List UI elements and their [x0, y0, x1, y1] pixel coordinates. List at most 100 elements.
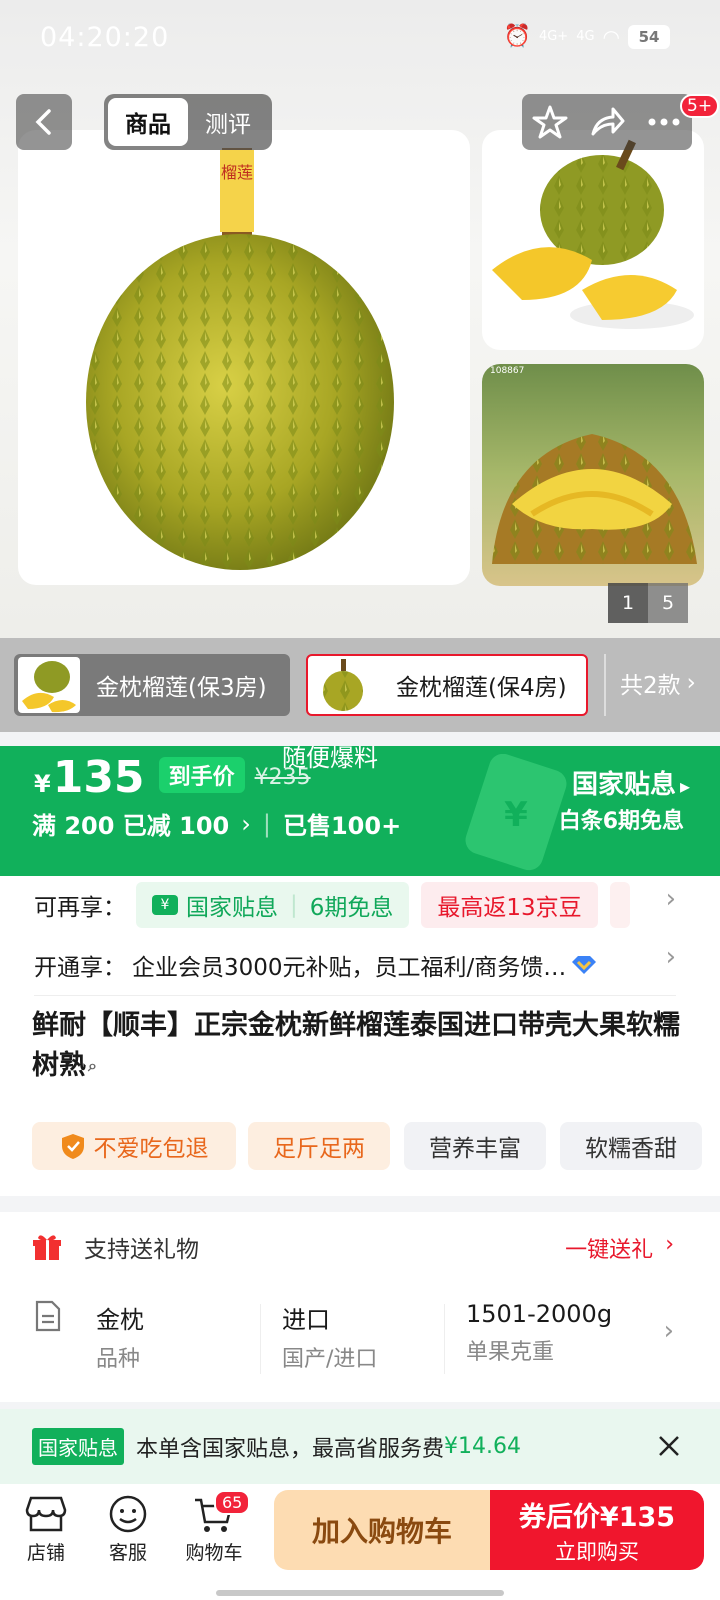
- gallery-thumb-1[interactable]: [482, 130, 704, 350]
- back-button[interactable]: [16, 94, 72, 150]
- gift-icon: [33, 1235, 61, 1260]
- subsidy-amount: ¥14.64: [444, 1434, 521, 1459]
- shop-label: 店铺: [26, 1542, 65, 1564]
- share-icon[interactable]: [589, 104, 625, 140]
- tag-return[interactable]: 不爱吃包退: [32, 1122, 236, 1170]
- benefits-section: 可再享： ¥ 国家贴息 | 6期免息 最高返13京豆 › 开通享： 企业会员30…: [0, 876, 720, 996]
- variant-thumb: [312, 657, 374, 713]
- signal-4g: 4G: [576, 29, 595, 44]
- header-tabs: 商品 测评: [104, 94, 272, 150]
- pager-total: 5: [648, 583, 688, 623]
- spec-item-1: 金枕 品种: [96, 1300, 144, 1373]
- subsidy-chip[interactable]: ¥ 国家贴息 | 6期免息: [136, 882, 410, 928]
- buy-price: 券后价¥135: [518, 1501, 676, 1533]
- product-title[interactable]: 鲜耐【顺丰】正宗金枕新鲜榴莲泰国进口带壳大果软糯树熟 ⌕: [32, 1006, 682, 1086]
- subsidy-title: 国家贴息: [571, 770, 676, 800]
- cart-badge: 65: [214, 1490, 251, 1515]
- wifi-icon: ◠: [602, 24, 620, 49]
- chevron-left-icon: [35, 109, 51, 135]
- chevron-right-icon[interactable]: ›: [666, 884, 676, 914]
- variant-label: 金枕榴莲(保3房): [96, 675, 267, 701]
- close-icon[interactable]: [658, 1435, 680, 1457]
- variant-more[interactable]: 共2款 ›: [620, 666, 696, 700]
- search-icon[interactable]: ⌕: [88, 1056, 97, 1075]
- overlay-text: 随便爆料: [282, 746, 378, 772]
- stem-label: 榴莲: [221, 163, 253, 182]
- subsidy-chip-label-2: 6期免息: [309, 895, 394, 921]
- jd-bean-chip[interactable]: 最高返13京豆: [421, 882, 598, 928]
- spec-key: 单果克重: [466, 1340, 555, 1365]
- spec-item-2: 进口 国产/进口: [282, 1300, 377, 1373]
- tag-return-label: 不爱吃包退: [93, 1136, 209, 1162]
- shop-button[interactable]: 店铺: [6, 1494, 86, 1565]
- diamond-icon: [572, 956, 597, 974]
- specs-chevron-right-icon[interactable]: ›: [664, 1316, 674, 1346]
- variant-thumb: [18, 657, 80, 713]
- divider: [444, 1304, 445, 1374]
- message-badge: 5+: [680, 94, 720, 118]
- document-icon: [35, 1300, 61, 1332]
- gallery-thumb-2[interactable]: 108867: [482, 364, 704, 586]
- tag-weight[interactable]: 足斤足两: [248, 1122, 390, 1170]
- tab-review[interactable]: 测评: [188, 98, 268, 146]
- product-title-text: 鲜耐【顺丰】正宗金枕新鲜榴莲泰国进口带壳大果软糯树熟: [32, 1010, 680, 1081]
- subsidy-promo[interactable]: 国家贴息 ▸ 白条6期免息: [559, 764, 690, 835]
- pager-current: 1: [608, 583, 648, 623]
- more-icon[interactable]: [646, 117, 682, 127]
- chevron-right-icon: ›: [241, 809, 251, 838]
- variant-more-label: 共2款: [620, 673, 681, 699]
- gift-row[interactable]: 支持送礼物: [32, 1230, 199, 1264]
- divider: |: [262, 809, 271, 838]
- gift-and-specs: 支持送礼物 一键送礼 › 金枕 品种 进口 国产/进口 1501-2000g 单果…: [0, 1212, 720, 1402]
- variant-item-2[interactable]: 金枕榴莲(保4房): [306, 654, 588, 716]
- currency-symbol: ¥: [34, 770, 51, 798]
- tag-nutrition[interactable]: 营养丰富: [404, 1122, 546, 1170]
- spec-key: 品种: [96, 1347, 141, 1372]
- status-icons: ⏰ 4G+ 4G ◠ 54: [504, 24, 670, 49]
- promo-text: 满 200 已减 100: [32, 812, 230, 840]
- cart-button[interactable]: 购物车 65: [174, 1490, 254, 1565]
- battery-indicator: 54: [628, 24, 670, 49]
- divider: [604, 654, 606, 716]
- buy-now-button[interactable]: 券后价¥135 立即购买: [490, 1490, 704, 1570]
- promo-row[interactable]: 满 200 已减 100 › | 已售100+: [32, 806, 401, 841]
- final-price-label: 到手价: [158, 757, 245, 793]
- variant-item-1[interactable]: 金枕榴莲(保3房): [14, 654, 290, 716]
- one-click-gift-button[interactable]: 一键送礼 ›: [565, 1232, 674, 1264]
- enterprise-benefit-text: 企业会员3000元补贴，员工福利/商务馈…: [132, 955, 567, 981]
- durian-field-image: [492, 434, 697, 564]
- add-to-cart-button[interactable]: 加入购物车: [274, 1490, 490, 1570]
- spec-value: 金枕: [96, 1306, 144, 1334]
- tab-product[interactable]: 商品: [108, 98, 188, 146]
- price-banner: ¥ 135 到手价 ¥235 随便爆料 满 200 已减 100 › | 已售1…: [0, 746, 720, 876]
- chevron-right-icon[interactable]: ›: [666, 942, 676, 972]
- variant-selector: 金枕榴莲(保3房) 金枕榴莲(保4房) 共2款 ›: [0, 638, 720, 732]
- shop-icon: [25, 1496, 67, 1532]
- subsidy-bar: 国家贴息 本单含国家贴息，最高省服务费 ¥14.64: [0, 1409, 720, 1484]
- subsidy-chip-label: 国家贴息: [186, 895, 278, 921]
- variant-label: 金枕榴莲(保4房): [396, 675, 567, 701]
- subsidy-sub: 白条6期免息: [558, 809, 684, 834]
- tag-taste[interactable]: 软糯香甜: [560, 1122, 702, 1170]
- durian-image: 榴莲: [86, 148, 394, 570]
- benefit-label: 开通享：: [34, 955, 126, 981]
- chevron-right-icon: ›: [686, 670, 696, 696]
- benefit-row-1[interactable]: 可再享： ¥ 国家贴息 | 6期免息 最高返13京豆: [34, 876, 630, 934]
- gift-label: 支持送礼物: [84, 1237, 199, 1263]
- main-product-image[interactable]: 榴莲: [18, 130, 470, 585]
- benefit-row-2[interactable]: 开通享： 企业会员3000元补贴，员工福利/商务馈…: [34, 934, 598, 996]
- service-button[interactable]: 客服: [88, 1494, 168, 1565]
- spec-value: 1501-2000g: [466, 1300, 613, 1328]
- service-label: 客服: [108, 1542, 147, 1564]
- spec-value: 进口: [282, 1306, 330, 1334]
- bottom-action-bar: 店铺 客服 购物车 65 加入购物车 券后价¥135 立即购买: [0, 1484, 720, 1600]
- subsidy-tag: 国家贴息: [32, 1428, 124, 1465]
- shield-icon: [61, 1134, 84, 1159]
- ticket-icon: ¥: [465, 754, 567, 871]
- product-gallery[interactable]: 04:20:20 ⏰ 4G+ 4G ◠ 54 榴莲 108867 1 5 商品 …: [0, 0, 720, 640]
- spec-item-3: 1501-2000g 单果克重: [466, 1300, 612, 1366]
- alarm-icon: ⏰: [503, 24, 531, 49]
- ticket-symbol: ¥: [504, 795, 528, 835]
- star-icon[interactable]: [532, 104, 568, 140]
- subsidy-chip-icon: ¥: [152, 895, 178, 915]
